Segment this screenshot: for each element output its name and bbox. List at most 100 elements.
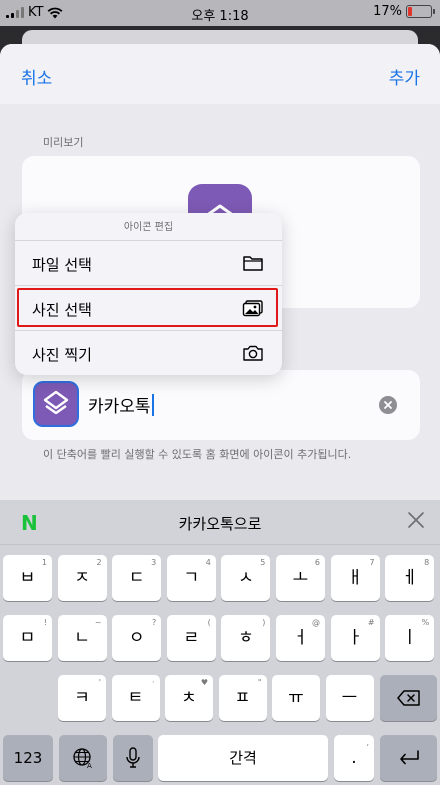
key-6-row3[interactable]: ㅡ xyxy=(325,675,374,721)
key-label: ㄱ xyxy=(183,568,200,588)
battery-percent: 17% xyxy=(373,4,402,19)
key-label: ㅔ xyxy=(401,568,418,588)
menu-item-label: 사진 찍기 xyxy=(32,346,92,364)
key-5-row1[interactable]: ㅅ5 xyxy=(221,555,271,601)
key-sublabel: 7 xyxy=(369,558,375,567)
key-label: ㅓ xyxy=(292,628,309,648)
key-6-row2[interactable]: ㅓ @ xyxy=(276,615,325,661)
key-3-row2[interactable]: ㅇ? xyxy=(112,615,162,661)
suggestion-item[interactable]: 카카오톡으로 xyxy=(0,513,440,534)
menu-item-choose-photo[interactable]: 사진 선택 xyxy=(15,286,282,331)
menu-item-choose-file[interactable]: 파일 선택 xyxy=(15,241,282,286)
hint-text: 이 단축어를 빨리 실행할 수 있도록 홈 화면에 아이콘이 추가됩니다. xyxy=(43,448,352,461)
key-sublabel: ♥ xyxy=(200,678,208,687)
backspace-key[interactable] xyxy=(380,675,437,721)
key-sublabel: 8 xyxy=(424,558,430,567)
key-2-row1[interactable]: ㅈ2 xyxy=(57,555,107,601)
key-2-row2[interactable]: ㄴ ~ xyxy=(57,615,107,661)
key-3-row1[interactable]: ㄷ3 xyxy=(112,555,162,601)
key-6-row1[interactable]: ㅗ6 xyxy=(276,555,325,601)
key-label: ㅠ xyxy=(288,688,304,708)
shortcut-name-input[interactable]: 카카오톡 xyxy=(88,392,154,417)
key-label: ㅅ xyxy=(238,568,254,588)
menu-item-take-photo[interactable]: 사진 찍기 xyxy=(15,331,282,375)
key-label: ㄷ xyxy=(128,568,145,588)
numbers-key[interactable]: 123 xyxy=(3,735,53,781)
key-8-row1[interactable]: ㅔ8 xyxy=(385,555,435,601)
key-label: ㅊ xyxy=(181,688,197,708)
battery-level-fill xyxy=(408,7,412,16)
key-7-row1[interactable]: ㅐ7 xyxy=(330,555,380,601)
key-label: ㅌ xyxy=(127,688,144,708)
dictation-key[interactable] xyxy=(113,735,153,781)
key-sublabel: · xyxy=(151,678,155,687)
key-sublabel: % xyxy=(421,618,430,627)
key-sublabel: 2 xyxy=(96,558,102,567)
clear-text-button[interactable] xyxy=(379,396,397,414)
key-1-row3[interactable]: ㅋ ' xyxy=(58,675,106,721)
svg-text:A: A xyxy=(87,762,92,769)
key-1-row1[interactable]: ㅂ1 xyxy=(3,555,52,601)
microphone-icon xyxy=(126,747,140,768)
key-label: ㅐ xyxy=(347,568,363,588)
key-7-row2[interactable]: ㅏ # xyxy=(330,615,380,661)
key-4-row3[interactable]: ㅍ " xyxy=(218,675,267,721)
key-2-row3[interactable]: ㅌ · xyxy=(111,675,160,721)
add-button[interactable]: 추가 xyxy=(389,64,420,89)
key-sublabel: 3 xyxy=(151,558,157,567)
key-sublabel: " xyxy=(257,678,262,687)
period-key[interactable]: . , xyxy=(334,735,374,781)
key-3-row3[interactable]: ㅊ ♥ xyxy=(165,675,213,721)
photos-icon xyxy=(242,300,263,317)
key-label: ㄹ xyxy=(183,628,200,648)
camera-icon xyxy=(243,345,263,361)
space-key[interactable]: 간격 xyxy=(158,735,328,781)
folder-icon xyxy=(243,256,263,271)
key-sublabel: 1 xyxy=(41,558,47,567)
key-sublabel: # xyxy=(367,618,375,627)
key-sublabel: ) xyxy=(262,618,266,627)
korean-keyboard: 123 A 간격 . , ㅂ 1 ㅈ 2 ㄷ 3 ㄱ 4 ㅅ 5 ㅗ 6 ㅐ 7 ㅔ 8 ㅁ! ㄴ ~ ㅇ? ㄹ(ㅎ) ㅓ… xyxy=(0,545,440,785)
comma-sublabel: , xyxy=(366,738,369,747)
status-right: 17% xyxy=(373,4,435,19)
name-field-card: 카카오톡 xyxy=(22,370,420,440)
menu-item-label: 사진 선택 xyxy=(32,301,92,319)
key-sublabel: ( xyxy=(207,618,211,627)
shortcuts-layers-icon xyxy=(43,390,69,415)
period-label: . xyxy=(351,748,357,768)
key-label: ㄴ xyxy=(74,628,90,648)
clear-icon xyxy=(384,401,392,409)
text-cursor xyxy=(151,393,154,416)
preview-label: 미리보기 xyxy=(43,136,84,149)
shortcut-name-value: 카카오톡 xyxy=(88,397,151,417)
key-label: ㅎ xyxy=(238,628,254,648)
globe-key[interactable]: A xyxy=(59,735,107,781)
key-sublabel: ' xyxy=(98,678,101,687)
battery-icon xyxy=(406,5,435,18)
key-sublabel: @ xyxy=(312,618,320,627)
shortcut-icon-button[interactable] xyxy=(33,381,79,427)
key-4-row1[interactable]: ㄱ4 xyxy=(166,555,216,601)
cancel-button[interactable]: 취소 xyxy=(21,64,52,89)
key-label: ㅍ xyxy=(234,688,251,708)
globe-icon: A xyxy=(73,748,92,769)
key-label: ㅋ xyxy=(74,688,90,708)
keyboard-suggestion-bar: N 카카오톡으로 xyxy=(0,500,440,545)
key-label: ㅏ xyxy=(347,628,363,648)
key-sublabel: ? xyxy=(151,618,157,627)
return-icon xyxy=(399,750,419,765)
key-5-row2[interactable]: ㅎ) xyxy=(221,615,271,661)
key-sublabel: 4 xyxy=(205,558,211,567)
key-sublabel: 6 xyxy=(314,558,320,567)
key-4-row2[interactable]: ㄹ( xyxy=(166,615,216,661)
status-bar: KT 오후 1:18 17% xyxy=(0,0,440,26)
key-8-row2[interactable]: ㅣ% xyxy=(385,615,435,661)
return-key[interactable] xyxy=(380,735,437,781)
key-1-row2[interactable]: ㅁ! xyxy=(3,615,52,661)
key-5-row3[interactable]: ㅠ xyxy=(272,675,320,721)
close-icon[interactable] xyxy=(406,510,426,530)
key-label: ㅗ xyxy=(292,568,309,588)
sheet-nav-bar: 취소 추가 xyxy=(0,44,440,104)
key-label: ㅇ xyxy=(128,628,145,648)
edit-icon-menu: 아이콘 편집 파일 선택 사진 선택 사진 찍기 xyxy=(15,213,282,375)
